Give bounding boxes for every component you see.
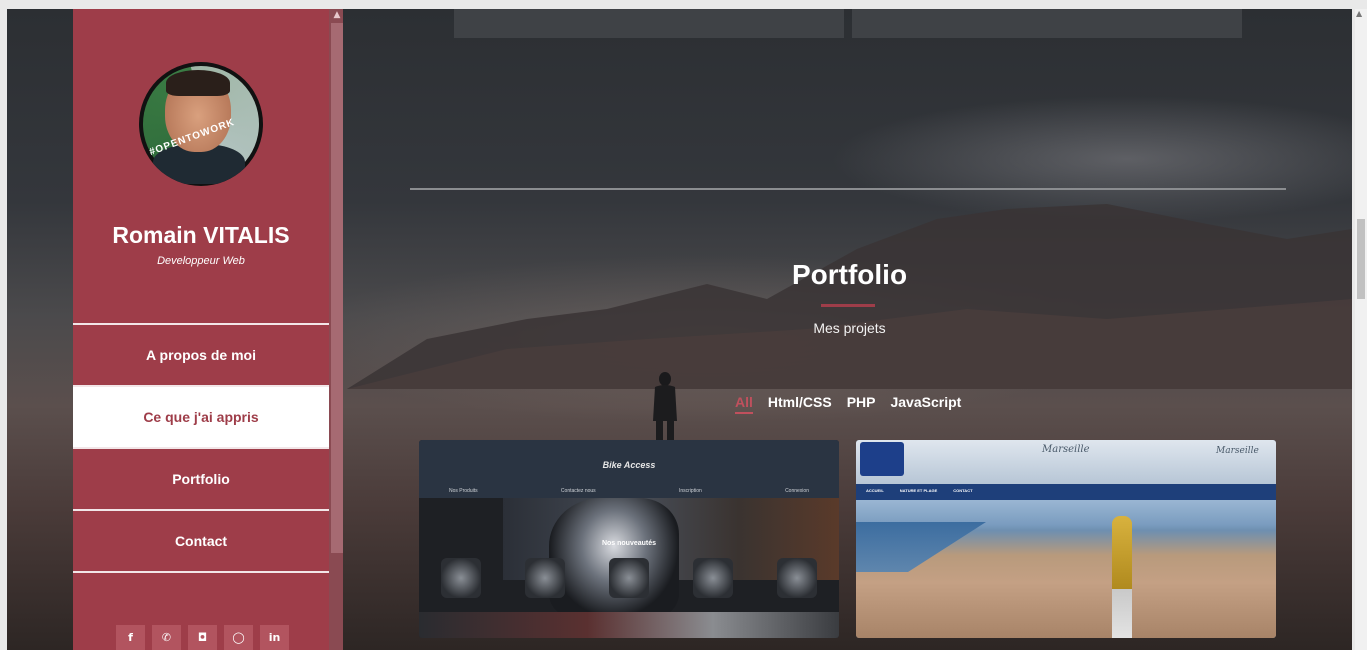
profile-name: Romain VITALIS <box>112 222 290 248</box>
sidebar-scroll-thumb[interactable] <box>331 23 343 553</box>
avatar-hair <box>166 70 230 96</box>
watch-thumbnail <box>525 558 565 598</box>
filter-javascript[interactable]: JavaScript <box>890 394 961 414</box>
avatar: #OPENTOWORK <box>139 62 263 186</box>
header-script-text: Marseille <box>1216 446 1259 456</box>
top-card-left <box>454 9 844 38</box>
filter-html-css[interactable]: Html/CSS <box>768 394 832 414</box>
project-menu-item: CONTACT <box>953 488 973 493</box>
facebook-icon[interactable]: f <box>116 625 145 650</box>
top-card-right <box>852 9 1242 38</box>
sidebar-scrollbar[interactable]: ▲ <box>329 9 343 650</box>
section-title: Portfolio <box>791 259 908 290</box>
marseille-logo <box>860 442 904 476</box>
project-card-bike-access[interactable]: Bike Access Nos Produits Contactez nous … <box>419 440 839 638</box>
project-menu-item: NATURE ET PLAGE <box>899 488 938 493</box>
project-card-marseille[interactable]: Marseille Marseille ACCUEIL NATURE ET PL… <box>856 440 1276 638</box>
project-menu-item: Nos Produits <box>449 488 478 494</box>
sidebar-item-contact[interactable]: Contact <box>73 509 329 571</box>
scroll-up-icon[interactable]: ▲ <box>1356 9 1362 18</box>
background-person <box>653 372 677 441</box>
nav-divider <box>73 571 329 573</box>
filter-all[interactable]: All <box>735 394 753 414</box>
project-logo: Bike Access <box>602 460 656 470</box>
header-script-text: Marseille <box>1042 444 1090 455</box>
project-menu: ACCUEIL NATURE ET PLAGE CONTACT <box>866 488 973 493</box>
section-subtitle: Mes projets <box>813 320 886 336</box>
title-underline <box>821 304 875 307</box>
sidebar-item-portfolio[interactable]: Portfolio <box>73 447 329 509</box>
project-menu-item: ACCUEIL <box>866 488 884 493</box>
statue-image <box>1112 516 1132 638</box>
project-menu-item: Contactez nous <box>560 488 596 494</box>
instagram-icon[interactable]: ◘ <box>188 625 217 650</box>
scroll-up-icon[interactable]: ▲ <box>331 9 343 21</box>
section-divider <box>410 188 1286 190</box>
page-scrollbar[interactable]: ▲ <box>1355 9 1367 650</box>
city-photo <box>856 500 1276 638</box>
linkedin-icon[interactable]: in <box>260 625 289 650</box>
product-thumbnails <box>419 558 839 598</box>
sidebar-nav: A propos de moi Ce que j'ai appris Portf… <box>73 323 329 573</box>
sidebar-item-about[interactable]: A propos de moi <box>73 323 329 385</box>
filter-php[interactable]: PHP <box>847 394 876 414</box>
helmet-thumbnail <box>609 558 649 598</box>
project-menu: Nos Produits Contactez nous Inscription … <box>449 488 839 494</box>
github-icon[interactable]: ◯ <box>224 625 253 650</box>
project-menu-item: Connexion <box>785 488 809 494</box>
project-banner: Nos nouveautés <box>601 540 657 547</box>
scooter-thumbnail <box>777 558 817 598</box>
sidebar: #OPENTOWORK Romain VITALIS Developpeur W… <box>73 9 329 650</box>
profile-subtitle: Developpeur Web <box>157 255 245 267</box>
phone-icon[interactable]: ✆ <box>152 625 181 650</box>
helmet-thumbnail <box>441 558 481 598</box>
bike-thumbnail <box>693 558 733 598</box>
project-footer-image <box>419 612 839 638</box>
sidebar-item-learned[interactable]: Ce que j'ai appris <box>73 385 329 447</box>
page-scroll-thumb[interactable] <box>1357 219 1365 299</box>
social-links: f ✆ ◘ ◯ in <box>116 625 296 650</box>
portfolio-filters: All Html/CSS PHP JavaScript <box>735 394 961 414</box>
page-viewport: Portfolio Mes projets All Html/CSS PHP J… <box>7 9 1352 650</box>
project-menu-item: Inscription <box>678 488 702 494</box>
